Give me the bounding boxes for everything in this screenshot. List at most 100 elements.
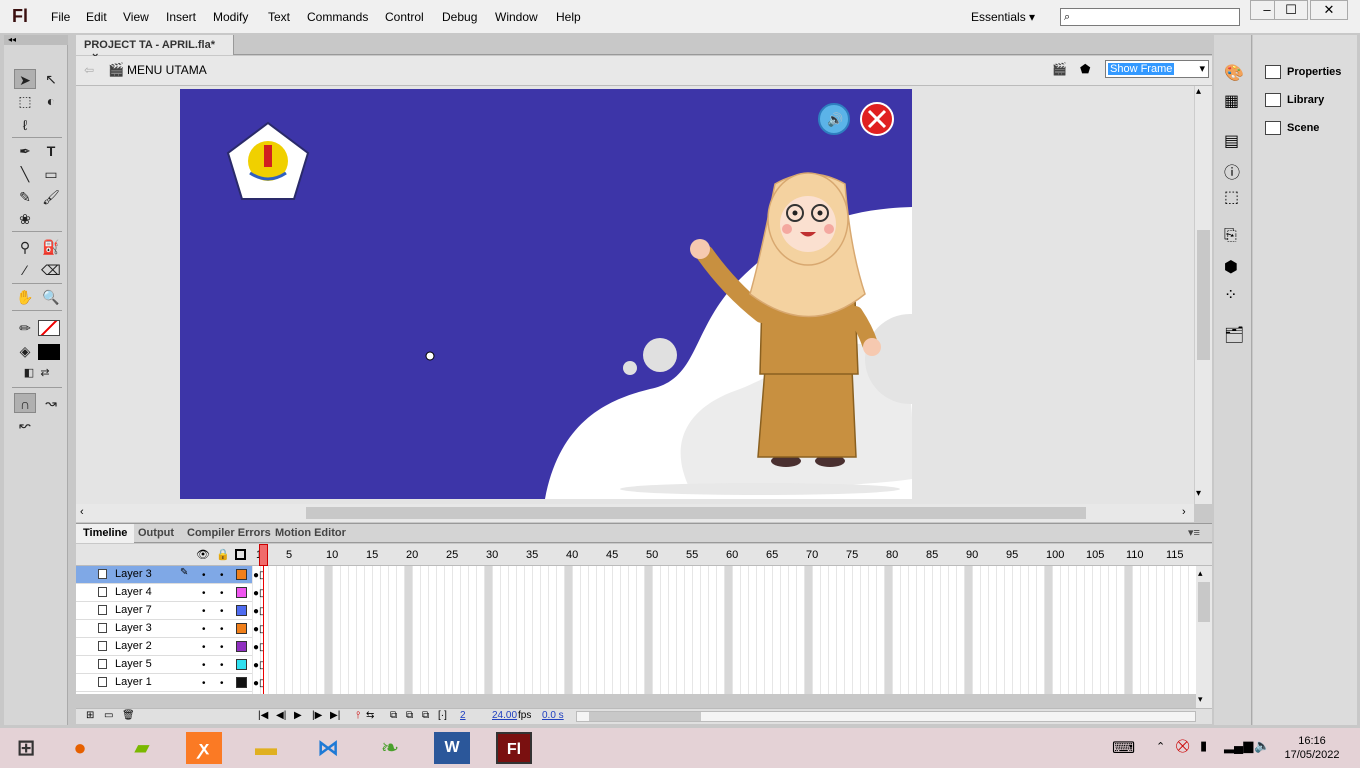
panel-menu-icon[interactable]: ▾≡ bbox=[1188, 526, 1200, 539]
lock-dot[interactable]: • bbox=[220, 660, 224, 671]
stage-horizontal-scrollbar[interactable]: ‹ › bbox=[76, 504, 1194, 522]
menu-commands[interactable]: Commands bbox=[307, 10, 368, 24]
pen-tool-icon[interactable]: ✒ bbox=[14, 141, 36, 161]
back-arrow-icon[interactable]: ⇦ bbox=[84, 63, 94, 77]
scroll-thumb[interactable] bbox=[306, 507, 1086, 519]
layer-row[interactable]: Layer 5 • • bbox=[76, 656, 252, 674]
layer-name[interactable]: Layer 5 bbox=[115, 658, 152, 670]
library-panel-button[interactable]: Library bbox=[1265, 93, 1324, 107]
vscode-icon[interactable]: ⋈ bbox=[310, 732, 346, 764]
stage[interactable]: 🔊 bbox=[180, 89, 912, 499]
stage-vertical-scrollbar[interactable]: ▴ ▾ bbox=[1194, 86, 1212, 504]
modify-markers-icon[interactable]: [·] bbox=[438, 710, 447, 721]
text-tool-icon[interactable]: T bbox=[40, 141, 62, 161]
layer-outline-color[interactable] bbox=[236, 659, 247, 670]
timeline-horizontal-scrollbar[interactable] bbox=[576, 711, 1196, 722]
center-frame-icon[interactable]: ⫯ bbox=[356, 710, 360, 721]
menu-insert[interactable]: Insert bbox=[166, 10, 196, 24]
first-frame-icon[interactable]: |◀ bbox=[258, 710, 268, 721]
edit-symbols-icon[interactable]: ⬟ bbox=[1080, 62, 1090, 76]
menu-help[interactable]: Help bbox=[556, 10, 581, 24]
scroll-down-icon[interactable]: ▾ bbox=[1196, 488, 1201, 499]
visibility-dot[interactable]: • bbox=[202, 588, 206, 599]
lock-dot[interactable]: • bbox=[220, 624, 224, 635]
outline-all-icon[interactable] bbox=[235, 549, 246, 560]
firefox-icon[interactable]: ● bbox=[62, 732, 98, 764]
current-frame[interactable]: 2 bbox=[460, 710, 466, 721]
menu-modify[interactable]: Modify bbox=[213, 10, 248, 24]
menu-control[interactable]: Control bbox=[385, 10, 424, 24]
layer-outline-color[interactable] bbox=[236, 641, 247, 652]
edit-scene-icon[interactable]: 🎬 bbox=[1052, 62, 1067, 76]
keyframe[interactable]: ●▯ bbox=[253, 660, 267, 672]
play-icon[interactable]: ▶ bbox=[294, 710, 302, 721]
show-hide-all-icon[interactable]: 👁 bbox=[196, 548, 210, 561]
layer-row[interactable]: Layer 2 • • bbox=[76, 638, 252, 656]
hand-tool-icon[interactable]: ✋ bbox=[14, 287, 36, 307]
stroke-color-icon[interactable]: ✏ bbox=[14, 318, 36, 338]
info-panel-icon[interactable]: ⓘ bbox=[1224, 159, 1240, 183]
components-icon[interactable]: ⬢ bbox=[1224, 257, 1238, 277]
scroll-thumb[interactable] bbox=[1198, 582, 1210, 622]
scroll-thumb[interactable] bbox=[589, 712, 701, 721]
motion-presets-icon[interactable]: ⁘ bbox=[1224, 285, 1237, 305]
scene-panel-button[interactable]: Scene bbox=[1265, 121, 1319, 135]
lock-all-icon[interactable]: 🔒 bbox=[216, 548, 230, 561]
zoom-select[interactable]: Show Frame ▾ bbox=[1105, 60, 1209, 78]
lock-dot[interactable]: • bbox=[220, 570, 224, 581]
keyframe[interactable]: ●▯ bbox=[253, 678, 267, 690]
workspace-switcher[interactable]: Essentials ▾ bbox=[971, 10, 1035, 24]
layer-row[interactable]: Layer 1 • • bbox=[76, 674, 252, 692]
scroll-right-icon[interactable]: › bbox=[1182, 506, 1186, 518]
eyedropper-tool-icon[interactable]: ⁄ bbox=[14, 260, 36, 280]
eraser-tool-icon[interactable]: ⌫ bbox=[40, 260, 62, 280]
bone-tool-icon[interactable]: ⚲ bbox=[14, 237, 36, 257]
fill-color-icon[interactable]: ◈ bbox=[14, 341, 36, 361]
new-folder-icon[interactable]: ▭ bbox=[104, 710, 113, 721]
keyframe[interactable]: ●▯ bbox=[253, 570, 267, 582]
rectangle-tool-icon[interactable]: ▭ bbox=[40, 164, 62, 184]
keyframe[interactable]: ●▯ bbox=[253, 642, 267, 654]
tab-motion-editor[interactable]: Motion Editor bbox=[275, 527, 346, 539]
step-forward-icon[interactable]: |▶ bbox=[312, 710, 322, 721]
paint-bucket-tool-icon[interactable]: ⛽ bbox=[40, 237, 62, 257]
new-layer-icon[interactable]: ⊞ bbox=[86, 710, 94, 721]
document-tab[interactable]: PROJECT TA - APRIL.fla* × bbox=[76, 35, 234, 63]
visibility-dot[interactable]: • bbox=[202, 642, 206, 653]
help-search-input[interactable]: ⌕ bbox=[1060, 8, 1240, 26]
snap-to-objects-icon[interactable]: ∩ bbox=[14, 393, 36, 413]
swatches-panel-icon[interactable]: ▦ bbox=[1224, 91, 1239, 111]
xampp-icon[interactable]: ꭗ bbox=[186, 732, 222, 764]
layer-name[interactable]: Layer 7 bbox=[115, 604, 152, 616]
smooth-icon[interactable]: ↝ bbox=[40, 393, 62, 413]
layer-row[interactable]: Layer 7 • • bbox=[76, 602, 252, 620]
registration-point[interactable] bbox=[425, 351, 435, 361]
transform-panel-icon[interactable]: ⬚ bbox=[1224, 187, 1239, 207]
layer-row[interactable]: Layer 3 • • bbox=[76, 620, 252, 638]
layer-outline-color[interactable] bbox=[236, 605, 247, 616]
lock-dot[interactable]: • bbox=[220, 606, 224, 617]
file-explorer-icon[interactable]: ▬ bbox=[248, 732, 284, 764]
line-tool-icon[interactable]: ╲ bbox=[14, 164, 36, 184]
lock-dot[interactable]: • bbox=[220, 642, 224, 653]
layer-name[interactable]: Layer 4 bbox=[115, 586, 152, 598]
scene-name[interactable]: MENU UTAMA bbox=[127, 63, 207, 77]
layer-name[interactable]: Layer 3 bbox=[115, 622, 152, 634]
network-icon[interactable]: ⛒ bbox=[1176, 738, 1189, 754]
keyframe[interactable]: ●▯ bbox=[253, 588, 267, 600]
layer-row[interactable]: Layer 3 ✎ • • bbox=[76, 566, 252, 584]
lock-dot[interactable]: • bbox=[220, 678, 224, 689]
layer-row[interactable]: Layer 4 • • bbox=[76, 584, 252, 602]
subselection-tool-icon[interactable]: ↖ bbox=[40, 69, 62, 89]
3d-rotation-tool-icon[interactable]: ◐ bbox=[40, 91, 62, 111]
frame-rate[interactable]: 24.00 bbox=[492, 710, 517, 721]
color-panel-icon[interactable]: 🎨 bbox=[1224, 63, 1244, 83]
menu-text[interactable]: Text bbox=[268, 10, 290, 24]
corel-icon[interactable]: ❧ bbox=[372, 732, 408, 764]
layer-outline-color[interactable] bbox=[236, 587, 247, 598]
onion-skin-icon[interactable]: ⧉ bbox=[390, 710, 397, 721]
visibility-dot[interactable]: • bbox=[202, 606, 206, 617]
tab-compiler-errors[interactable]: Compiler Errors bbox=[187, 527, 271, 539]
lock-dot[interactable]: • bbox=[220, 588, 224, 599]
scroll-up-icon[interactable]: ▴ bbox=[1196, 86, 1201, 97]
